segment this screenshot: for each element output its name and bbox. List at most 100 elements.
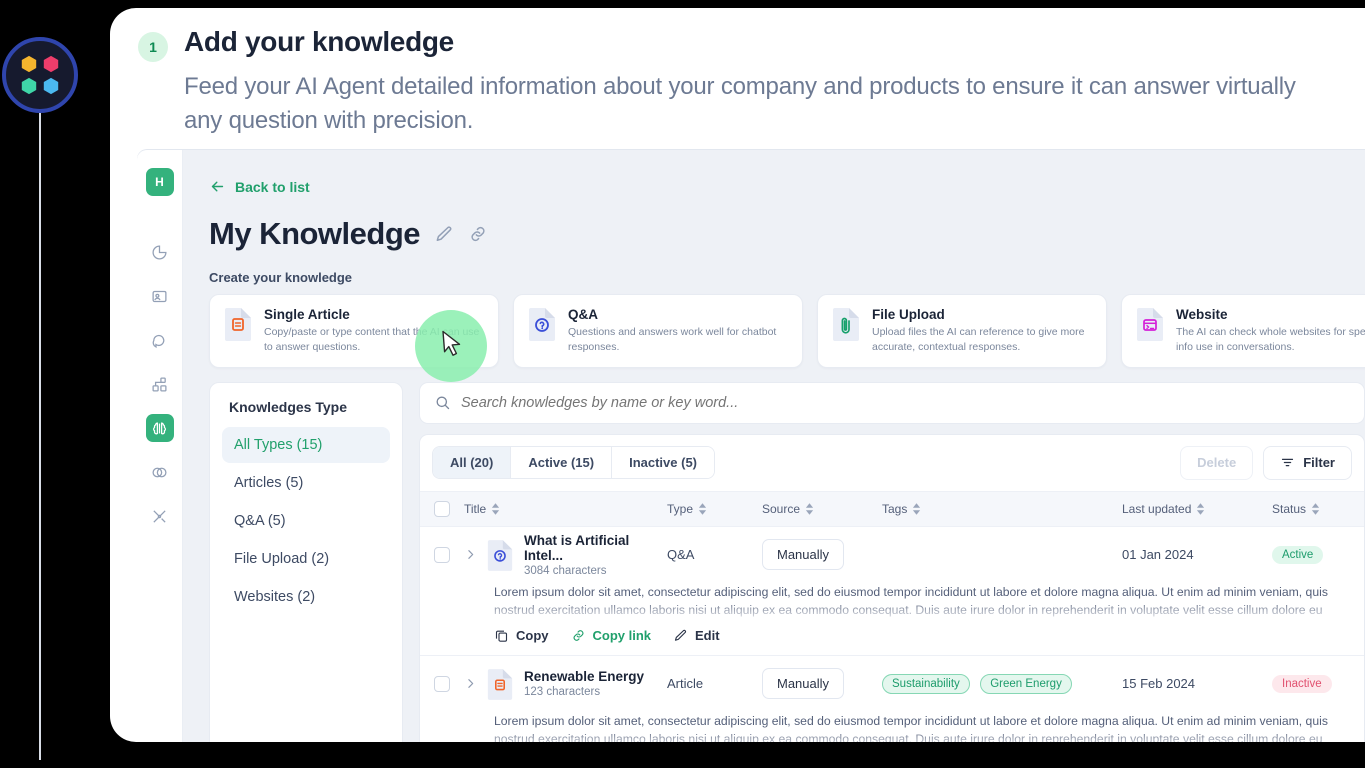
column-label: Status [1272, 501, 1307, 516]
edit-action[interactable]: Edit [673, 628, 720, 643]
column-header-source[interactable]: Source [762, 502, 882, 516]
knowledges-type-heading: Knowledges Type [229, 398, 347, 415]
column-label: Source [762, 501, 801, 516]
knowledge-browser: Knowledges Type All Types (15) Articles … [209, 381, 1365, 742]
row-character-count: 123 characters [524, 686, 601, 699]
row-source-cell: Manually [762, 539, 882, 571]
sidebar-item-websites[interactable]: Websites (2) [222, 579, 390, 615]
sidebar-item-file-upload[interactable]: File Upload (2) [222, 541, 390, 577]
column-header-tags[interactable]: Tags [882, 502, 1122, 516]
app-sidebar-rail: H [137, 150, 183, 742]
sort-icon [1311, 503, 1320, 515]
status-badge: Active [1272, 546, 1324, 565]
tab-active[interactable]: Active (15) [511, 447, 613, 479]
filter-icon [1282, 459, 1294, 467]
expand-row-chevron-icon[interactable] [464, 677, 486, 690]
sort-icon [698, 503, 707, 515]
sort-icon [491, 503, 500, 515]
search-bar[interactable] [419, 381, 1365, 424]
table-toolbar: All (20) Active (15) Inactive (5) Delete… [420, 435, 1364, 491]
copy-link-icon[interactable] [468, 224, 488, 244]
table-row: What is Artificial Intel... 3084 charact… [420, 527, 1364, 656]
page-subtitle: Feed your AI Agent detailed information … [184, 73, 1296, 135]
search-input[interactable] [461, 394, 1350, 411]
app-screenshot-panel: H Back to list My Knowledge Create your … [137, 150, 1365, 742]
copy-link-action-label: Copy link [592, 627, 652, 643]
row-source-pill: Manually [762, 668, 845, 700]
analytics-icon[interactable] [146, 238, 174, 266]
tab-inactive[interactable]: Inactive (5) [612, 447, 715, 479]
row-title[interactable]: Renewable Energy [524, 669, 644, 684]
knowledges-type-sidebar: Knowledges Type All Types (15) Articles … [209, 381, 403, 742]
edit-pencil-icon[interactable] [434, 224, 454, 244]
sidebar-item-all-types[interactable]: All Types (15) [222, 426, 390, 463]
delete-button[interactable]: Delete [1180, 445, 1254, 480]
chat-icon[interactable] [146, 326, 174, 354]
copy-link-action[interactable]: Copy link [571, 627, 652, 643]
tools-icon[interactable] [146, 502, 174, 530]
row-status-cell: Active [1272, 545, 1350, 565]
row-description: Lorem ipsum dolor sit amet, consectetur … [494, 584, 1328, 618]
arrow-left-icon [211, 181, 224, 192]
back-to-list-button[interactable]: Back to list [209, 178, 310, 195]
create-card-website[interactable]: Website The AI can check whole websites … [1121, 294, 1365, 368]
back-to-list-label: Back to list [235, 178, 310, 195]
hexagon-yellow-icon [20, 55, 38, 73]
copy-icon [495, 630, 508, 642]
workspace-avatar[interactable]: H [145, 168, 174, 196]
logo-hexagon-grid [20, 55, 60, 95]
select-all-checkbox[interactable] [434, 500, 450, 517]
row-select-cell [434, 546, 464, 563]
app-logo [2, 37, 78, 113]
column-header-title[interactable]: Title [464, 502, 667, 516]
row-title[interactable]: What is Artificial Intel... [524, 533, 667, 563]
hexagon-blue-icon [42, 77, 60, 95]
column-label: Type [667, 501, 694, 516]
column-label: Title [464, 501, 487, 516]
copy-action-label: Copy [516, 627, 549, 643]
step-number-badge: 1 [138, 32, 168, 62]
page-root: 1 Add your knowledge Feed your AI Agent … [0, 0, 1365, 768]
column-header-last-updated[interactable]: Last updated [1122, 502, 1272, 516]
row-last-updated: 01 Jan 2024 [1122, 547, 1194, 563]
create-card-file-upload[interactable]: File Upload Upload files the AI can refe… [817, 294, 1107, 368]
integrations-icon[interactable] [146, 458, 174, 486]
column-header-status[interactable]: Status [1272, 502, 1350, 516]
create-knowledge-cards: Single Article Copy/paste or type conten… [209, 294, 1365, 368]
copy-action[interactable]: Copy [494, 628, 549, 643]
expand-row-chevron-icon[interactable] [464, 548, 486, 561]
flow-icon[interactable] [146, 370, 174, 398]
qa-doc-icon [486, 539, 514, 571]
status-badge: Inactive [1272, 675, 1332, 694]
brain-icon[interactable] [145, 414, 174, 442]
column-label: Last updated [1122, 501, 1192, 516]
knowledge-table-card: All (20) Active (15) Inactive (5) Delete… [419, 433, 1365, 742]
create-card-qa[interactable]: Q&A Questions and answers work well for … [513, 294, 803, 368]
row-last-updated: 15 Feb 2024 [1122, 676, 1196, 692]
create-card-single-article[interactable]: Single Article Copy/paste or type conten… [209, 294, 499, 368]
sidebar-item-qa[interactable]: Q&A (5) [222, 503, 390, 539]
row-status-cell: Inactive [1272, 674, 1350, 694]
column-header-type[interactable]: Type [667, 502, 762, 516]
column-label: Tags [882, 501, 908, 516]
create-card-desc: Questions and answers work well for chat… [568, 326, 777, 353]
row-source-cell: Manually [762, 668, 882, 700]
page-title: Add your knowledge [184, 26, 454, 57]
article-icon [223, 307, 253, 341]
status-filter-tabs: All (20) Active (15) Inactive (5) [432, 446, 716, 480]
filter-label: Filter [1303, 455, 1335, 471]
contacts-icon[interactable] [146, 282, 174, 310]
table-row: Renewable Energy 123 characters Article … [420, 656, 1364, 742]
section-header: 1 Add your knowledge Feed your AI Agent … [110, 8, 1365, 138]
website-icon [1135, 307, 1165, 341]
sort-icon [805, 503, 814, 515]
create-card-title: Single Article [264, 307, 350, 322]
row-checkbox[interactable] [434, 675, 450, 692]
tab-all[interactable]: All (20) [433, 447, 512, 479]
table-header-row: Title Type Source Tags Last updated Stat… [420, 490, 1364, 527]
sidebar-item-articles[interactable]: Articles (5) [222, 465, 390, 501]
row-checkbox[interactable] [434, 546, 450, 563]
row-select-cell [434, 675, 464, 692]
row-tags-cell: Sustainability Green Energy [882, 673, 1122, 694]
filter-button[interactable]: Filter [1263, 445, 1352, 480]
